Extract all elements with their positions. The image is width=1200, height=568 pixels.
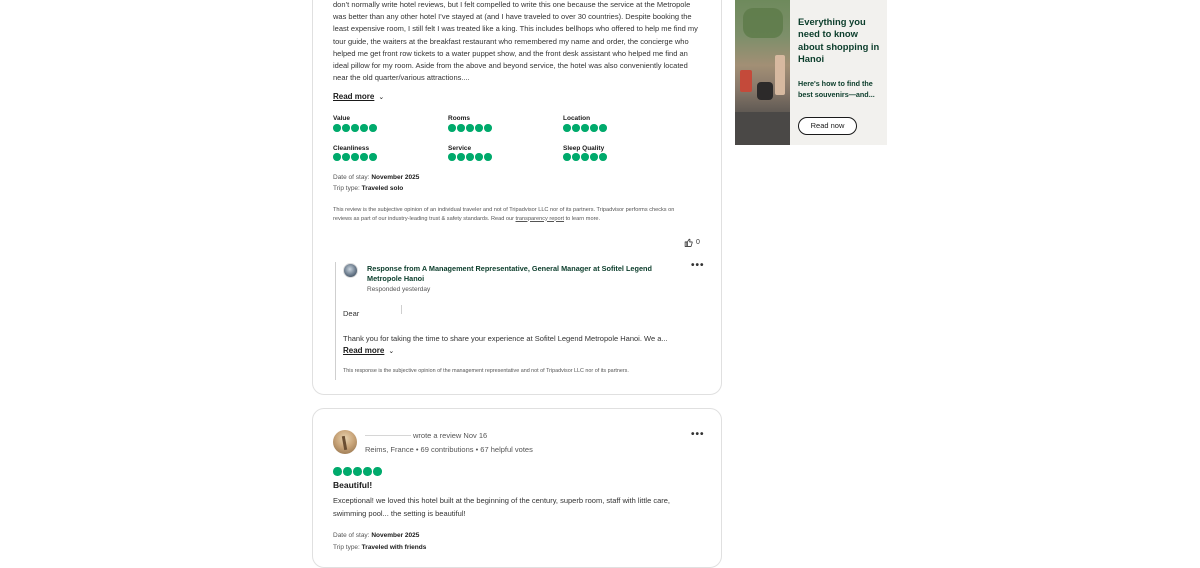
- disclaimer-text: This review is the subjective opinion of…: [333, 207, 675, 222]
- ad-subtitle: Here's how to find the best souvenirs—an…: [798, 79, 875, 99]
- response-date: Responded yesterday: [367, 286, 431, 293]
- review-body-text: don’t normally write hotel reviews, but …: [333, 0, 698, 83]
- trip-type-label: Trip type:: [333, 185, 360, 192]
- rating-label-cleanliness: Cleanliness: [333, 145, 370, 152]
- rating-bubbles-cleanliness: [333, 153, 377, 161]
- response-greeting: Dear: [343, 309, 360, 318]
- management-avatar: [343, 263, 358, 278]
- chevron-down-icon: ⌄: [378, 94, 385, 101]
- ad-photo-street-scene: [735, 0, 790, 145]
- response-more-options-icon[interactable]: •••: [691, 260, 705, 271]
- review-card: don’t normally write hotel reviews, but …: [312, 0, 722, 395]
- reviewer-avatar[interactable]: [333, 430, 357, 454]
- trip-type-value: Traveled with friends: [361, 544, 427, 551]
- response-disclaimer: This response is the subjective opinion …: [343, 368, 629, 374]
- review-title: Beautiful!: [333, 480, 373, 490]
- review-wrote-date: wrote a review Nov 16: [413, 431, 488, 440]
- read-more-link[interactable]: Read more ⌄: [333, 92, 384, 101]
- trip-type-value: Traveled solo: [361, 185, 404, 192]
- response-divider: [335, 262, 336, 380]
- date-of-stay-value: November 2025: [371, 532, 420, 539]
- response-title: Response from A Management Representativ…: [367, 264, 652, 283]
- review-more-options-icon[interactable]: •••: [691, 429, 705, 440]
- date-of-stay-value: November 2025: [371, 174, 420, 181]
- reviewer-info: Reims, France • 69 contributions • 67 he…: [365, 445, 533, 454]
- date-of-stay-label: Date of stay:: [333, 532, 370, 539]
- ad-title: Everything you need to know about shoppi…: [798, 16, 880, 64]
- ad-banner[interactable]: Everything you need to know about shoppi…: [735, 0, 887, 145]
- disclaimer-text-end: to learn more.: [564, 215, 601, 222]
- review-body-text: Exceptional! we loved this hotel built a…: [333, 496, 670, 518]
- trip-type-label: Trip type:: [333, 544, 360, 551]
- response-text: Thank you for taking the time to share y…: [343, 334, 668, 343]
- rating-label-location: Location: [563, 115, 591, 122]
- helpful-vote-button[interactable]: 0: [684, 238, 700, 247]
- review-card: wrote a review Nov 16 Reims, France • 69…: [312, 408, 722, 568]
- rating-label-value: Value: [333, 115, 350, 122]
- trip-type: Trip type: Traveled solo: [333, 185, 403, 192]
- read-more-label: Read more: [333, 92, 375, 101]
- response-read-more-label: Read more: [343, 346, 385, 355]
- redacted-name-marker: [401, 305, 402, 314]
- transparency-report-link[interactable]: transparency report: [516, 216, 565, 222]
- trip-type: Trip type: Traveled with friends: [333, 544, 426, 551]
- rating-bubbles-value: [333, 124, 377, 132]
- redacted-username: [365, 435, 411, 436]
- chevron-down-icon: ⌄: [388, 348, 395, 355]
- rating-label-service: Service: [448, 145, 472, 152]
- rating-bubbles-service: [448, 153, 492, 161]
- date-of-stay-label: Date of stay:: [333, 174, 370, 181]
- rating-bubbles-rooms: [448, 124, 492, 132]
- review-rating-bubbles: [333, 467, 382, 476]
- rating-bubbles-location: [563, 124, 607, 132]
- date-of-stay: Date of stay: November 2025: [333, 174, 419, 181]
- rating-bubbles-sleep-quality: [563, 153, 607, 161]
- ad-read-now-button[interactable]: Read now: [798, 117, 857, 135]
- rating-label-sleep-quality: Sleep Quality: [563, 145, 605, 152]
- rating-label-rooms: Rooms: [448, 115, 471, 122]
- thumbs-up-icon: [684, 238, 693, 247]
- review-disclaimer: This review is the subjective opinion of…: [333, 206, 693, 223]
- response-read-more-link[interactable]: Read more ⌄: [343, 346, 394, 355]
- helpful-count: 0: [696, 239, 700, 246]
- date-of-stay: Date of stay: November 2025: [333, 532, 419, 539]
